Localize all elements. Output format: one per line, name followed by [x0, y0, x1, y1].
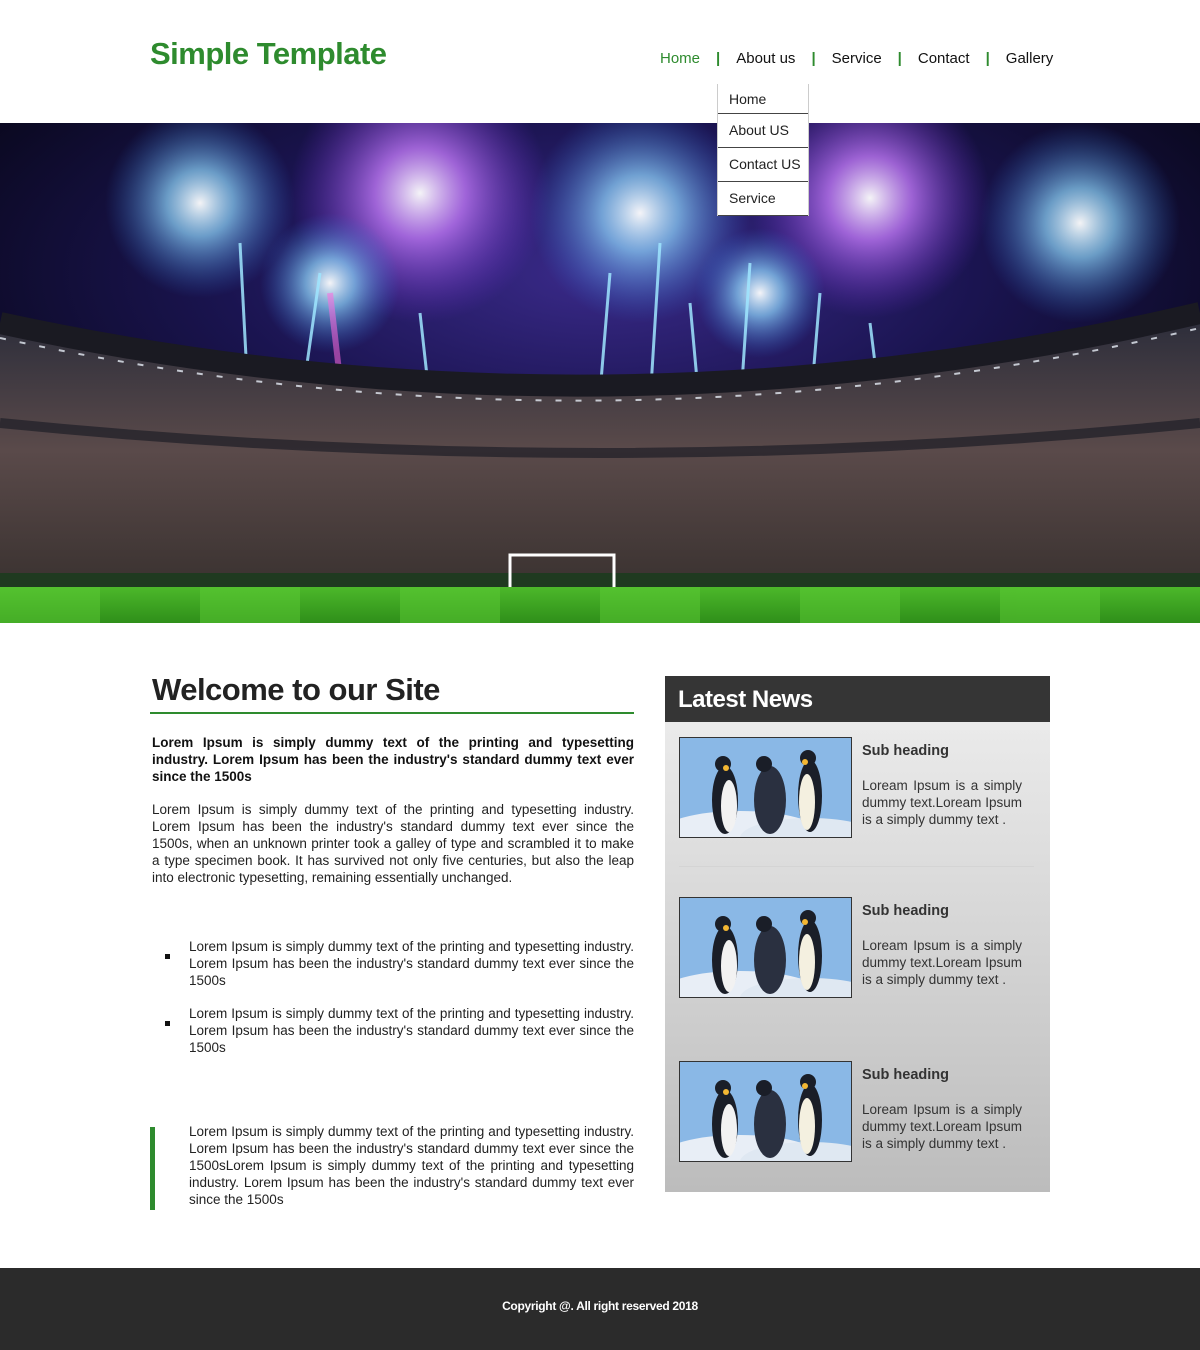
nav-separator: |	[811, 50, 816, 67]
main-nav: Home | About us | Service | Contact | Ga…	[660, 50, 1053, 67]
bullet-icon	[165, 1021, 170, 1026]
penguins-thumbnail-icon	[680, 1062, 851, 1161]
nav-gallery[interactable]: Gallery	[1006, 50, 1054, 67]
penguins-thumbnail-icon	[680, 898, 851, 997]
copyright-text: Copyright @. All right reserved 2018	[502, 1299, 698, 1313]
news-text: Loream Ipsum is a simply dummy text.Lore…	[862, 1102, 1022, 1151]
blockquote: Lorem Ipsum is simply dummy text of the …	[150, 1124, 634, 1210]
nav-home[interactable]: Home	[660, 50, 700, 67]
penguins-thumbnail-icon	[680, 738, 851, 837]
hero-banner	[0, 123, 1200, 623]
bullet-list: Lorem Ipsum is simply dummy text of the …	[160, 938, 634, 1072]
nav-about-us[interactable]: About us	[736, 50, 795, 67]
nav-service[interactable]: Service	[832, 50, 882, 67]
nav-contact[interactable]: Contact	[918, 50, 970, 67]
news-subheading[interactable]: Sub heading	[862, 1067, 949, 1083]
stadium-fireworks-image	[0, 123, 1200, 623]
welcome-title: Welcome to our Site	[152, 672, 440, 707]
dropdown-item-home[interactable]: Home	[718, 84, 808, 114]
bullet-text: Lorem Ipsum is simply dummy text of the …	[189, 939, 634, 988]
title-divider	[150, 712, 634, 714]
news-text: Loream Ipsum is a simply dummy text.Lore…	[862, 778, 1022, 827]
lead-paragraph: Lorem Ipsum is simply dummy text of the …	[152, 735, 634, 784]
news-text: Loream Ipsum is a simply dummy text.Lore…	[862, 938, 1022, 987]
penguins-image[interactable]	[679, 1061, 852, 1162]
nav-separator: |	[716, 50, 721, 67]
news-divider	[679, 866, 1034, 867]
quote-text: Lorem Ipsum is simply dummy text of the …	[189, 1124, 634, 1207]
penguins-image[interactable]	[679, 737, 852, 838]
site-footer: Copyright @. All right reserved 2018	[0, 1268, 1200, 1350]
latest-news-panel: Latest News Sub heading Loream Ipsum is …	[665, 676, 1050, 1192]
site-logo[interactable]: Simple Template	[150, 36, 387, 72]
nav-separator: |	[985, 50, 990, 67]
nav-dropdown-menu: Home About US Contact US Service	[717, 84, 809, 216]
list-item: Lorem Ipsum is simply dummy text of the …	[160, 1005, 634, 1056]
penguins-image[interactable]	[679, 897, 852, 998]
body-paragraph: Lorem Ipsum is simply dummy text of the …	[152, 802, 634, 885]
news-item[interactable]: Sub heading Loream Ipsum is a simply dum…	[679, 1061, 1035, 1163]
news-subheading[interactable]: Sub heading	[862, 903, 949, 919]
site-header: Simple Template Home | About us | Servic…	[0, 0, 1200, 123]
dropdown-item-about-us[interactable]: About US	[718, 114, 808, 148]
news-item[interactable]: Sub heading Loream Ipsum is a simply dum…	[679, 897, 1035, 999]
bullet-icon	[165, 954, 170, 959]
latest-news-title: Latest News	[665, 676, 1050, 722]
news-item[interactable]: Sub heading Loream Ipsum is a simply dum…	[679, 737, 1035, 839]
bullet-text: Lorem Ipsum is simply dummy text of the …	[189, 1006, 634, 1055]
nav-separator: |	[897, 50, 902, 67]
news-subheading[interactable]: Sub heading	[862, 743, 949, 759]
quote-bar	[150, 1127, 155, 1210]
list-item: Lorem Ipsum is simply dummy text of the …	[160, 938, 634, 989]
dropdown-item-contact-us[interactable]: Contact US	[718, 148, 808, 182]
dropdown-item-service[interactable]: Service	[718, 182, 808, 216]
